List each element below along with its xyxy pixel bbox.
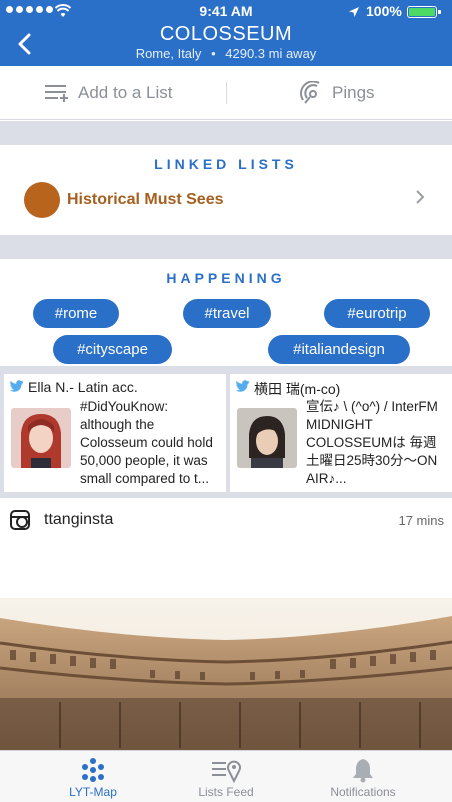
action-divider — [226, 82, 227, 104]
nav-header: 9:41 AM 100% COLOSSEUM Rome, Italy • 429… — [0, 0, 452, 66]
avatar — [237, 408, 297, 468]
tab-label: LYT-Map — [69, 785, 117, 799]
location-distance: 4290.3 mi away — [225, 46, 317, 61]
battery-icon — [407, 6, 441, 18]
twitter-icon — [236, 380, 250, 392]
page-title: COLOSSEUM — [159, 23, 293, 45]
happening-title: HAPPENING — [166, 270, 286, 286]
hashtag-cityscape[interactable]: #cityscape — [53, 335, 172, 364]
hashtag-travel[interactable]: #travel — [183, 299, 271, 328]
chevron-right-icon — [416, 190, 425, 204]
lists-feed-icon — [212, 760, 241, 783]
tweet-text: #DidYouKnow: although the Colosseum coul… — [80, 399, 213, 486]
linked-lists-section: LINKED LISTS Historical Must Sees — [0, 145, 452, 235]
instagram-icon — [10, 510, 30, 530]
hashtag-italiandesign[interactable]: #italiandesign — [268, 335, 410, 364]
instagram-post[interactable]: ttanginsta 17 mins — [0, 498, 452, 598]
tweet-card[interactable]: Ella N.- Latin acc. #DidYouKnow: althoug… — [4, 374, 226, 492]
linked-list-item[interactable]: Historical Must Sees — [0, 173, 452, 227]
pings-icon — [300, 81, 320, 104]
colosseum-photo — [0, 598, 452, 750]
map-dots-icon — [82, 758, 104, 782]
tab-label: Lists Feed — [198, 785, 254, 799]
status-bar: 9:41 AM 100% — [0, 0, 452, 22]
location-subtitle: Rome, Italy • 4290.3 mi away — [0, 46, 452, 61]
tab-lyt-map[interactable]: LYT-Map — [18, 751, 168, 802]
hashtag-eurotrip[interactable]: #eurotrip — [324, 299, 430, 328]
tweet-card[interactable]: 横田 瑞(m-co) 宣伝♪ \ (^o^) / InterFM MIDNIGH… — [230, 374, 452, 492]
location-city: Rome, Italy — [135, 46, 202, 61]
tweet-author: 横田 瑞(m-co) — [254, 381, 341, 397]
hashtag-rome[interactable]: #rome — [33, 299, 119, 328]
list-color-dot — [24, 182, 60, 218]
action-bar: Add to a List Pings — [0, 66, 452, 120]
add-to-list-label: Add to a List — [78, 83, 173, 102]
add-to-list-icon — [45, 85, 68, 102]
tab-label: Notifications — [330, 785, 396, 799]
pings-button[interactable]: Pings — [298, 66, 375, 120]
section-spacer — [0, 121, 452, 145]
pings-label: Pings — [332, 83, 375, 102]
tab-notifications[interactable]: Notifications — [288, 751, 438, 802]
tweet-text: 宣伝♪ \ (^o^) / InterFM MIDNIGHT COLOSSEUM… — [306, 399, 438, 486]
linked-list-label: Historical Must Sees — [67, 191, 224, 208]
tab-lists-feed[interactable]: Lists Feed — [151, 751, 301, 802]
add-to-list-button[interactable]: Add to a List — [44, 66, 173, 120]
section-spacer — [0, 235, 452, 259]
subtitle-separator: • — [211, 46, 216, 61]
instagram-username: ttanginsta — [44, 511, 114, 528]
instagram-timestamp: 17 mins — [398, 513, 444, 528]
avatar — [11, 408, 71, 468]
tweet-author: Ella N.- Latin acc. — [28, 379, 138, 395]
battery-percent: 100% — [366, 3, 402, 19]
linked-lists-title: LINKED LISTS — [154, 156, 298, 172]
tab-bar: LYT-Map Lists Feed Notifications — [0, 750, 452, 802]
twitter-icon — [10, 380, 24, 392]
location-arrow-icon — [349, 7, 359, 17]
happening-section: HAPPENING #rome #travel #eurotrip #citys… — [0, 259, 452, 366]
bell-icon — [353, 759, 373, 783]
